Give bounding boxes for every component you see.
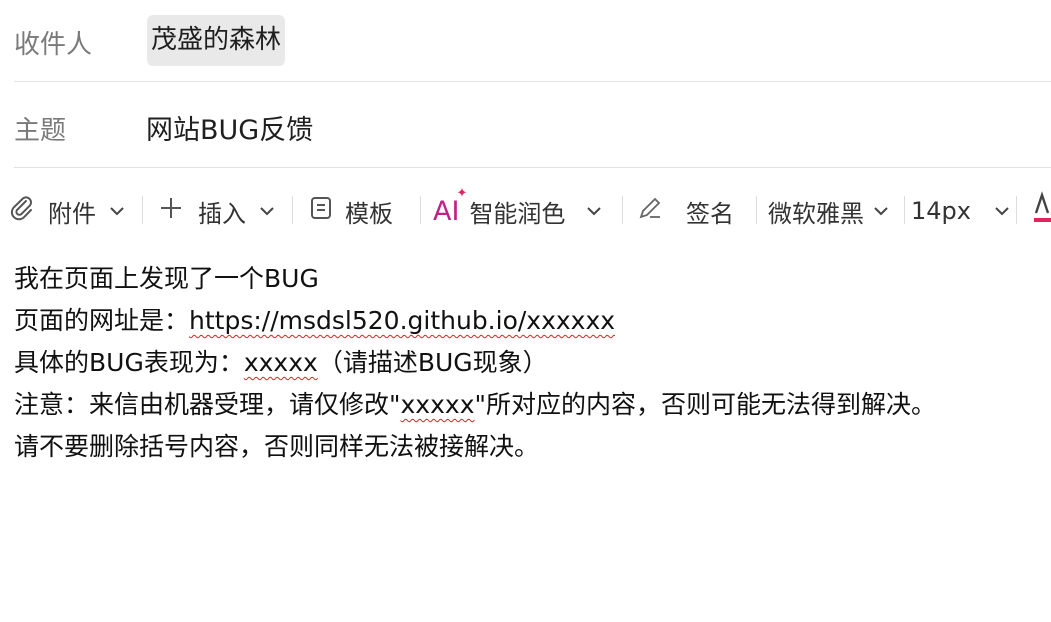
signature-label: 签名: [686, 199, 734, 228]
recipient-chip[interactable]: 茂盛的森林: [147, 15, 286, 66]
text-color-button[interactable]: [1034, 186, 1051, 236]
signature-button[interactable]: 签名: [636, 186, 734, 236]
toolbar-separator: [420, 196, 421, 224]
recipient-label: 收件人: [14, 30, 93, 60]
ai-polish-button[interactable]: AI ✦ 智能润色: [433, 186, 605, 236]
editor-toolbar: 附件 插入 模板 AI ✦ 智能润色 签名 微软雅黑 14px: [0, 186, 1051, 236]
subject-input[interactable]: 网站BUG反馈: [146, 108, 313, 147]
template-icon: [309, 195, 333, 227]
toolbar-separator: [622, 196, 623, 224]
body-line: 页面的网址是：https://msdsl520.github.io/xxxxxx: [14, 306, 616, 335]
attachment-button[interactable]: 附件: [8, 186, 128, 236]
font-size-value: 14px: [911, 197, 971, 225]
placeholder-text: xxxxx: [400, 390, 475, 419]
chevron-down-icon[interactable]: [583, 200, 605, 222]
body-line: 具体的BUG表现为：xxxxx（请描述BUG现象）: [14, 348, 548, 377]
template-button[interactable]: 模板: [309, 186, 393, 236]
plus-icon: [158, 195, 184, 227]
toolbar-separator: [142, 196, 143, 224]
text-color-icon: [1034, 191, 1051, 231]
toolbar-separator: [292, 196, 293, 224]
chevron-down-icon[interactable]: [991, 200, 1013, 222]
ai-polish-label: 智能润色: [469, 199, 566, 228]
template-label: 模板: [345, 199, 393, 228]
chevron-down-icon[interactable]: [870, 200, 892, 222]
paperclip-icon: [8, 194, 36, 228]
subject-label: 主题: [14, 116, 67, 146]
recipient-row: 收件人 茂盛的森林: [0, 0, 1051, 82]
font-family-value: 微软雅黑: [768, 199, 864, 228]
attachment-label: 附件: [48, 199, 96, 228]
body-line: 我在页面上发现了一个BUG: [14, 264, 319, 293]
insert-label: 插入: [198, 199, 246, 228]
body-line: 注意：来信由机器受理，请仅修改"xxxxx"所对应的内容，否则可能无法得到解决。: [14, 390, 937, 419]
chevron-down-icon[interactable]: [106, 200, 128, 222]
divider: [14, 167, 1051, 168]
toolbar-separator: [1016, 196, 1017, 224]
font-family-select[interactable]: 微软雅黑: [768, 186, 892, 236]
ai-icon: AI ✦: [433, 185, 468, 227]
subject-row: 主题 网站BUG反馈: [0, 82, 1051, 168]
insert-button[interactable]: 插入: [158, 186, 278, 236]
pen-icon: [636, 194, 664, 228]
url-text: https://msdsl520.github.io/xxxxxx: [189, 306, 616, 335]
placeholder-text: xxxxx: [243, 348, 318, 377]
mail-body-editor[interactable]: 我在页面上发现了一个BUG 页面的网址是：https://msdsl520.gi…: [14, 258, 936, 468]
body-line: 请不要删除括号内容，否则同样无法被接解决。: [14, 432, 540, 461]
font-size-select[interactable]: 14px: [911, 186, 1013, 236]
toolbar-separator: [904, 196, 905, 224]
chevron-down-icon[interactable]: [256, 200, 278, 222]
toolbar-separator: [756, 196, 757, 224]
